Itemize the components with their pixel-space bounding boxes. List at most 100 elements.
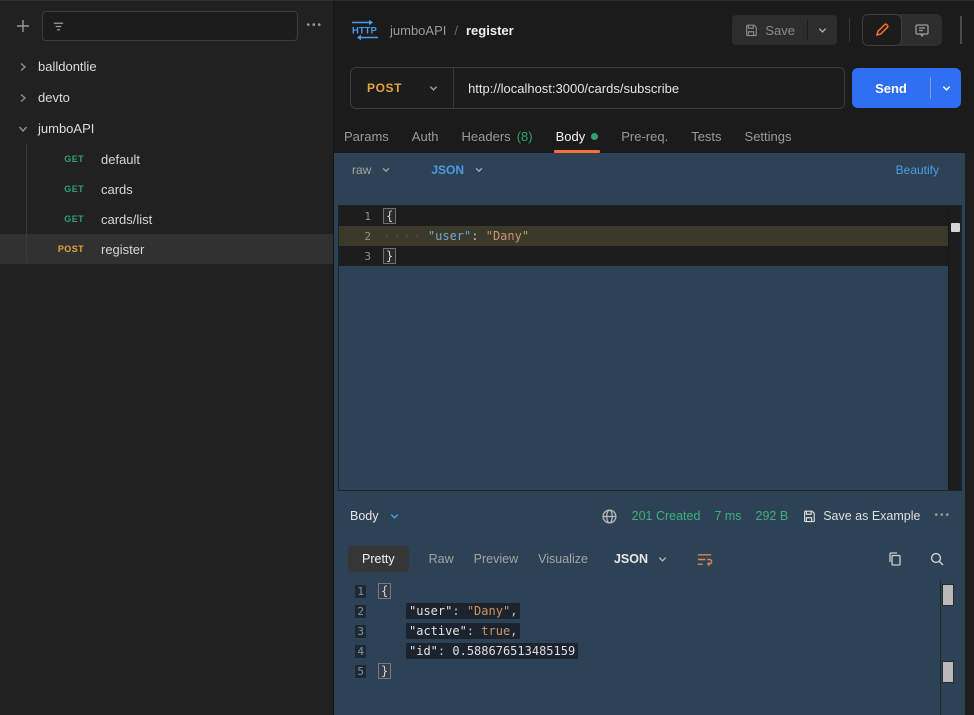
plus-icon — [15, 18, 31, 34]
main-panel: HTTP jumboAPI / register Save — [334, 1, 974, 715]
line-number: 5 — [334, 665, 378, 678]
sidebar-item-jumboapi[interactable]: jumboAPI — [0, 113, 333, 144]
body-mode-select[interactable]: raw — [352, 163, 391, 177]
response-tab-raw[interactable]: Raw — [429, 552, 454, 566]
header-actions: Save — [732, 14, 962, 46]
collection-label: balldontlie — [38, 59, 97, 74]
chevron-down-icon — [428, 83, 439, 94]
svg-text:HTTP: HTTP — [352, 26, 377, 37]
tab-label: Tests — [691, 129, 721, 144]
method-value: POST — [367, 81, 402, 95]
sidebar-request-register[interactable]: POST register — [0, 234, 333, 264]
body-mode-value: raw — [352, 163, 371, 177]
line-number: 4 — [334, 645, 378, 658]
response-meta-bar: Body 201 Created 7 ms 292 B — [334, 499, 965, 533]
sidebar-request-cards-list[interactable]: GET cards/list — [0, 204, 333, 234]
tab-auth[interactable]: Auth — [412, 119, 439, 153]
http-request-icon: HTTP — [350, 18, 380, 42]
response-tabs: Pretty Raw Preview Visualize JSON — [348, 541, 945, 577]
send-options-button[interactable] — [931, 83, 961, 94]
response-line: 1 { — [334, 581, 965, 601]
line-number: 2 — [334, 605, 378, 618]
tab-pre-request[interactable]: Pre-req. — [621, 119, 668, 153]
response-language-value: JSON — [614, 552, 648, 566]
status-badge[interactable]: 201 Created — [632, 509, 701, 523]
sidebar-item-balldontlie[interactable]: balldontlie — [0, 51, 333, 82]
tab-params[interactable]: Params — [344, 119, 389, 153]
method-select[interactable]: POST — [351, 68, 454, 108]
scrollbar-thumb[interactable] — [951, 223, 960, 232]
breadcrumb-collection[interactable]: jumboAPI — [390, 23, 446, 38]
new-request-button[interactable] — [12, 15, 34, 37]
sidebar-request-cards[interactable]: GET cards — [0, 174, 333, 204]
sidebar-search[interactable] — [42, 11, 298, 41]
tab-label: Auth — [412, 129, 439, 144]
editor-line: 1 { — [339, 206, 961, 226]
sidebar-request-default[interactable]: GET default — [0, 144, 333, 174]
search-icon[interactable] — [929, 551, 945, 567]
edit-comment-toggle — [862, 14, 942, 46]
comments-button[interactable] — [902, 14, 942, 46]
editor-scrollbar[interactable] — [948, 206, 961, 490]
request-header: HTTP jumboAPI / register Save — [334, 1, 974, 59]
chevron-down-icon — [657, 554, 668, 565]
save-as-example-button[interactable]: Save as Example — [802, 509, 920, 523]
beautify-link[interactable]: Beautify — [896, 163, 939, 177]
response-body-viewer[interactable]: 1 { 2 "user": "Dany", 3 "active": true, … — [334, 581, 965, 715]
breadcrumb-request: register — [466, 23, 514, 38]
collections-tree: balldontlie devto jumboAPI GET default G… — [0, 51, 333, 264]
sidebar-more-icon[interactable]: ••• — [306, 21, 323, 31]
editor-line-current: 2 ···· "user": "Dany" — [339, 226, 961, 246]
scrollbar-thumb[interactable] — [942, 584, 954, 606]
request-tabs: Params Auth Headers (8) Body Pre-req. Te… — [344, 119, 960, 153]
scrollbar-thumb[interactable] — [942, 661, 954, 683]
save-options-button[interactable] — [808, 15, 837, 45]
page-scrollbar-track[interactable] — [965, 153, 974, 715]
brace-token: { — [383, 208, 396, 224]
url-input[interactable] — [454, 81, 844, 96]
tab-label: Params — [344, 129, 389, 144]
chevron-down-icon — [18, 124, 28, 134]
line-number: 2 — [339, 230, 383, 243]
json-pair: "id": 0.588676513485159 — [406, 643, 578, 659]
filter-icon — [51, 19, 66, 34]
tree-indent-guide — [26, 143, 27, 263]
response-body-label: Body — [350, 509, 379, 523]
collection-label: jumboAPI — [38, 121, 94, 136]
chevron-down-icon — [817, 25, 828, 36]
header-divider — [849, 18, 850, 42]
headers-count: (8) — [517, 129, 533, 144]
search-input[interactable] — [74, 19, 289, 33]
chevron-down-icon — [389, 511, 400, 522]
sidebar-item-devto[interactable]: devto — [0, 82, 333, 113]
brace-token: { — [378, 583, 391, 599]
response-body-select[interactable]: Body — [350, 509, 400, 523]
tab-settings[interactable]: Settings — [745, 119, 792, 153]
response-size[interactable]: 292 B — [756, 509, 789, 523]
sidebar: ••• balldontlie devto jumboAPI — [0, 1, 334, 715]
collection-label: devto — [38, 90, 70, 105]
body-editor-toolbar: raw JSON Beautify — [352, 163, 939, 177]
tab-label: Headers — [462, 129, 511, 144]
method-badge: GET — [0, 154, 84, 164]
response-time[interactable]: 7 ms — [714, 509, 741, 523]
tab-body[interactable]: Body — [556, 119, 599, 153]
response-tab-pretty[interactable]: Pretty — [348, 546, 409, 572]
request-body-editor[interactable]: 1 { 2 ···· "user": "Dany" 3 } — [338, 205, 962, 491]
indent-guide: ···· — [383, 229, 424, 243]
body-language-select[interactable]: JSON — [431, 163, 484, 177]
tab-headers[interactable]: Headers (8) — [462, 119, 533, 153]
line-number: 1 — [334, 585, 378, 598]
edit-mode-button[interactable] — [862, 14, 902, 46]
send-split-button[interactable]: Send — [852, 68, 961, 108]
response-more-icon[interactable]: ••• — [934, 511, 951, 521]
response-tab-preview[interactable]: Preview — [474, 552, 518, 566]
response-tab-visualize[interactable]: Visualize — [538, 552, 588, 566]
wrap-text-icon[interactable] — [696, 551, 713, 568]
method-badge: GET — [0, 184, 84, 194]
response-language-select[interactable]: JSON — [614, 552, 668, 566]
copy-icon[interactable] — [887, 551, 903, 567]
tab-tests[interactable]: Tests — [691, 119, 721, 153]
save-button[interactable]: Save — [732, 15, 807, 45]
chevron-down-icon — [474, 165, 484, 175]
